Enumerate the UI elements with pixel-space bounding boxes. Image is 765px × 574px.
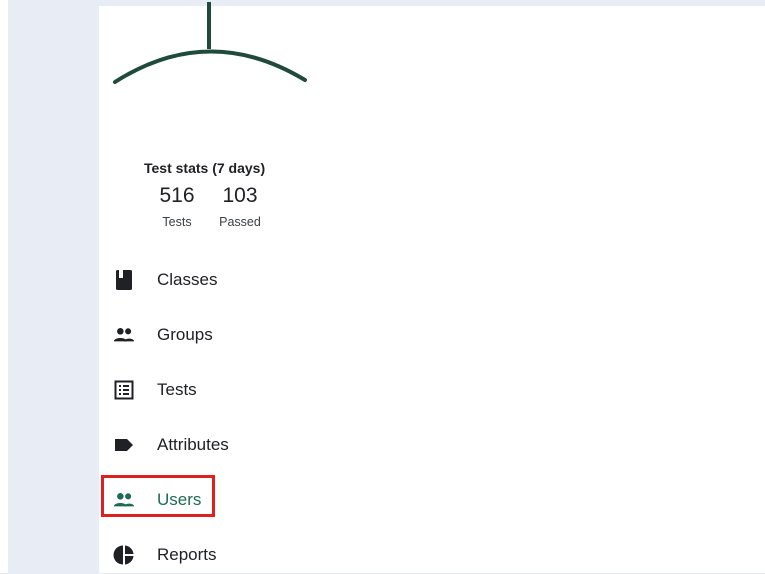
book-icon	[116, 270, 132, 290]
stat-tests: 516 Tests	[157, 184, 197, 229]
stat-passed: 103 Passed	[217, 184, 263, 229]
pie-chart-icon	[113, 545, 134, 565]
sidebar-item-label: Groups	[157, 325, 213, 344]
list-icon	[114, 380, 134, 400]
stat-tests-label: Tests	[162, 215, 192, 229]
sidebar-item-label: Classes	[157, 270, 218, 289]
group-icon	[113, 328, 135, 342]
users-icon	[113, 493, 135, 507]
sidebar-item-groups[interactable]: Groups	[99, 314, 399, 354]
sidebar-item-label: Tests	[157, 380, 197, 399]
sidebar-item-classes[interactable]: Classes	[99, 259, 399, 299]
sidebar-item-label: Reports	[157, 545, 217, 564]
sidebar-item-reports[interactable]: Reports	[99, 534, 399, 574]
stat-tests-value: 516	[159, 184, 195, 207]
stats-title: Test stats (7 days)	[144, 160, 266, 176]
sidebar-item-tests[interactable]: Tests	[99, 369, 399, 409]
stat-passed-value: 103	[222, 184, 258, 207]
sidebar-item-label: Users	[157, 490, 202, 509]
sidebar-item-label: Attributes	[157, 435, 229, 454]
sidebar-item-attributes[interactable]: Attributes	[99, 424, 399, 464]
left-edge	[0, 0, 8, 573]
logo-icon	[113, 2, 307, 84]
stat-passed-label: Passed	[219, 215, 261, 229]
label-tag-icon	[115, 439, 133, 451]
sidebar-item-users[interactable]: Users	[99, 479, 399, 519]
sidebar-panel: Test stats (7 days) 516 Tests 103 Passed…	[99, 2, 765, 574]
